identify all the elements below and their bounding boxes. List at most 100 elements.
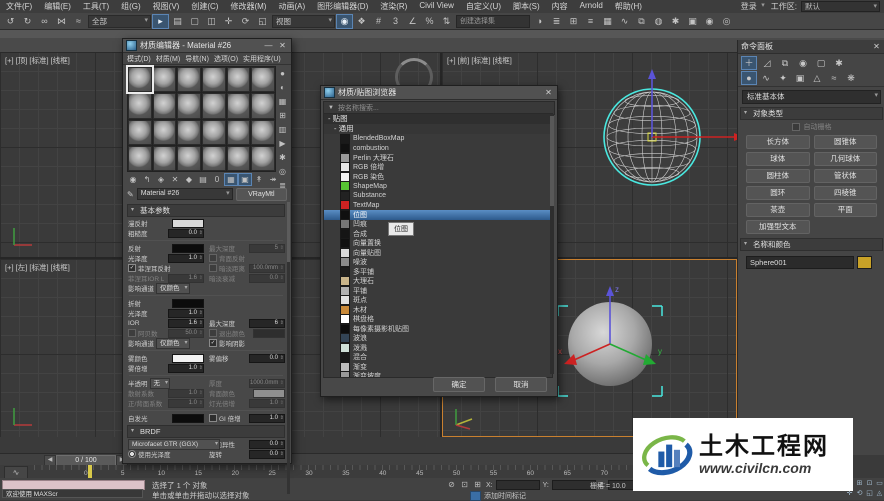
dropdown[interactable]: 仅颜色 <box>156 283 190 294</box>
map-item[interactable]: 凹痕 <box>324 220 552 230</box>
utilities-tab-icon[interactable]: ✱ <box>832 57 846 69</box>
spinner-field[interactable]: 1000.0mm <box>249 379 285 388</box>
spinner-field[interactable]: 0.0 <box>168 229 204 238</box>
select-and-scale-icon[interactable]: ◱ <box>255 15 270 28</box>
material-sample-slot[interactable] <box>202 93 226 118</box>
material-sample-slot[interactable] <box>153 120 177 145</box>
spinner-field[interactable]: 1.0 <box>249 414 285 423</box>
layer-explorer-icon[interactable]: ≡ <box>583 15 598 28</box>
menu-item[interactable]: 自定义(U) <box>460 1 507 12</box>
select-and-link-icon[interactable]: ∞ <box>37 15 52 28</box>
motion-tab-icon[interactable]: ◉ <box>796 57 810 69</box>
current-frame-marker[interactable] <box>88 465 92 478</box>
redo-icon[interactable]: ↻ <box>20 15 35 28</box>
material-sample-slot[interactable] <box>153 146 177 171</box>
selection-filter-dropdown[interactable]: 全部 <box>88 15 151 28</box>
menu-item[interactable]: 工具(T) <box>77 1 115 12</box>
sample-type-icon[interactable]: ● <box>277 68 289 79</box>
scene-explorer-icon[interactable]: ⊞ <box>566 15 581 28</box>
spinner-field[interactable]: 1.0 <box>168 399 204 408</box>
reset-map-icon[interactable]: ✕ <box>169 174 181 185</box>
menu-item[interactable]: 组(G) <box>115 1 147 12</box>
viewport-top-label[interactable]: [+] [顶] [标准] [线框] <box>5 55 70 66</box>
x-coordinate-field[interactable] <box>496 480 540 490</box>
zoom-region-icon[interactable]: ▭ <box>875 479 884 488</box>
primitive-button[interactable]: 圆柱体 <box>746 169 810 183</box>
space-warps-category-icon[interactable]: ≈ <box>827 72 841 84</box>
command-panel-titlebar[interactable]: 命令面板 ✕ <box>738 40 884 54</box>
undo-icon[interactable]: ↺ <box>3 15 18 28</box>
material-editor-icon[interactable]: ◍ <box>651 15 666 28</box>
field-of-view-icon[interactable]: ◬ <box>875 489 884 498</box>
menu-item[interactable]: 文件(F) <box>0 1 38 12</box>
maximize-viewport-icon[interactable]: ◱ <box>865 489 874 498</box>
basic-params-rollout[interactable]: 基本参数 <box>127 204 285 217</box>
material-sample-slot[interactable] <box>177 146 201 171</box>
shaded-sphere[interactable]: x y z <box>540 262 680 412</box>
search-input[interactable]: 按名称搜索... <box>338 103 379 113</box>
primitive-button[interactable]: 茶壶 <box>746 203 810 217</box>
map-item[interactable]: 向量贴图 <box>324 248 552 258</box>
color-swatch[interactable] <box>253 389 285 398</box>
material-sample-slot[interactable] <box>251 120 275 145</box>
primitive-button[interactable]: 管状体 <box>814 169 878 183</box>
search-options-icon[interactable]: ▼ <box>328 105 334 111</box>
assign-material-to-selection-icon[interactable]: ◈ <box>155 174 167 185</box>
selection-lock-icon[interactable]: ⊡ <box>459 480 470 490</box>
spinner-field[interactable]: 1.0 <box>168 309 204 318</box>
isolate-selection-icon[interactable]: ⊘ <box>446 480 457 490</box>
minimize-icon[interactable]: — <box>263 41 274 50</box>
zoom-extents-icon[interactable]: ⊡ <box>865 479 874 488</box>
map-list-scrollbar[interactable] <box>550 114 554 374</box>
material-sample-slot[interactable] <box>202 120 226 145</box>
go-to-parent-icon[interactable]: ↟ <box>253 174 265 185</box>
select-object-icon[interactable]: ▸ <box>153 15 168 28</box>
material-sample-slot[interactable] <box>251 67 275 92</box>
close-icon[interactable]: ✕ <box>277 41 288 50</box>
spinner-field[interactable]: 1.0 <box>168 389 204 398</box>
material-editor-menu-item[interactable]: 材质(M) <box>156 54 181 64</box>
menu-item[interactable]: Civil View <box>413 1 460 12</box>
material-sample-slot[interactable] <box>128 67 152 92</box>
material-editor-menu-item[interactable]: 实用程序(U) <box>243 54 281 64</box>
menu-item[interactable]: 修改器(M) <box>224 1 272 12</box>
geometry-category-icon[interactable]: ● <box>742 72 756 84</box>
material-sample-slot[interactable] <box>227 146 251 171</box>
map-item[interactable]: 平铺 <box>324 286 552 296</box>
menu-item[interactable]: 图形编辑器(D) <box>311 1 374 12</box>
menu-item[interactable]: 内容 <box>546 1 574 12</box>
spinner-field[interactable]: 1.0 <box>168 364 204 373</box>
menu-item[interactable]: 编辑(E) <box>38 1 77 12</box>
material-sample-slot[interactable] <box>128 93 152 118</box>
map-item[interactable]: 混合 <box>324 353 552 363</box>
curve-editor-icon[interactable]: ∿ <box>617 15 632 28</box>
dropdown[interactable]: 无 <box>150 378 171 389</box>
object-name-field[interactable]: Sphere001 <box>746 256 854 269</box>
modify-tab-icon[interactable]: ◿ <box>760 57 774 69</box>
select-and-rotate-icon[interactable]: ⟳ <box>238 15 253 28</box>
material-sample-slot[interactable] <box>128 120 152 145</box>
ribbon-toggle-icon[interactable]: ▦ <box>600 15 615 28</box>
workspace-dropdown[interactable]: 默认 <box>801 1 880 12</box>
map-item[interactable]: BlendedBoxMap <box>324 134 552 144</box>
primitive-button[interactable]: 球体 <box>746 152 810 166</box>
backlight-icon[interactable]: ◐ <box>277 82 289 93</box>
render-production-icon[interactable]: ◉ <box>702 15 717 28</box>
helpers-category-icon[interactable]: △ <box>810 72 824 84</box>
get-material-icon[interactable]: ◉ <box>127 174 139 185</box>
ok-button[interactable]: 确定 <box>433 377 485 392</box>
bind-to-space-warp-icon[interactable]: ≈ <box>71 15 86 28</box>
map-item[interactable]: 位图 <box>324 210 552 220</box>
keyboard-shortcut-override-icon[interactable]: # <box>371 15 386 28</box>
select-by-name-icon[interactable]: ▤ <box>170 15 185 28</box>
material-sample-slot[interactable] <box>227 120 251 145</box>
select-and-manipulate-icon[interactable]: ❖ <box>354 15 369 28</box>
checkbox[interactable] <box>209 414 217 422</box>
wireframe-sphere[interactable] <box>552 37 752 237</box>
map-item[interactable]: ShapeMap <box>324 182 552 192</box>
lights-category-icon[interactable]: ✦ <box>776 72 790 84</box>
menu-item[interactable]: 动画(A) <box>272 1 311 12</box>
sample-uv-tiling-icon[interactable]: ⊞ <box>277 110 289 121</box>
maxscript-mini-listener[interactable]: 欢迎使用 MAXScr <box>2 489 143 498</box>
map-item[interactable]: TextMap <box>324 201 552 211</box>
